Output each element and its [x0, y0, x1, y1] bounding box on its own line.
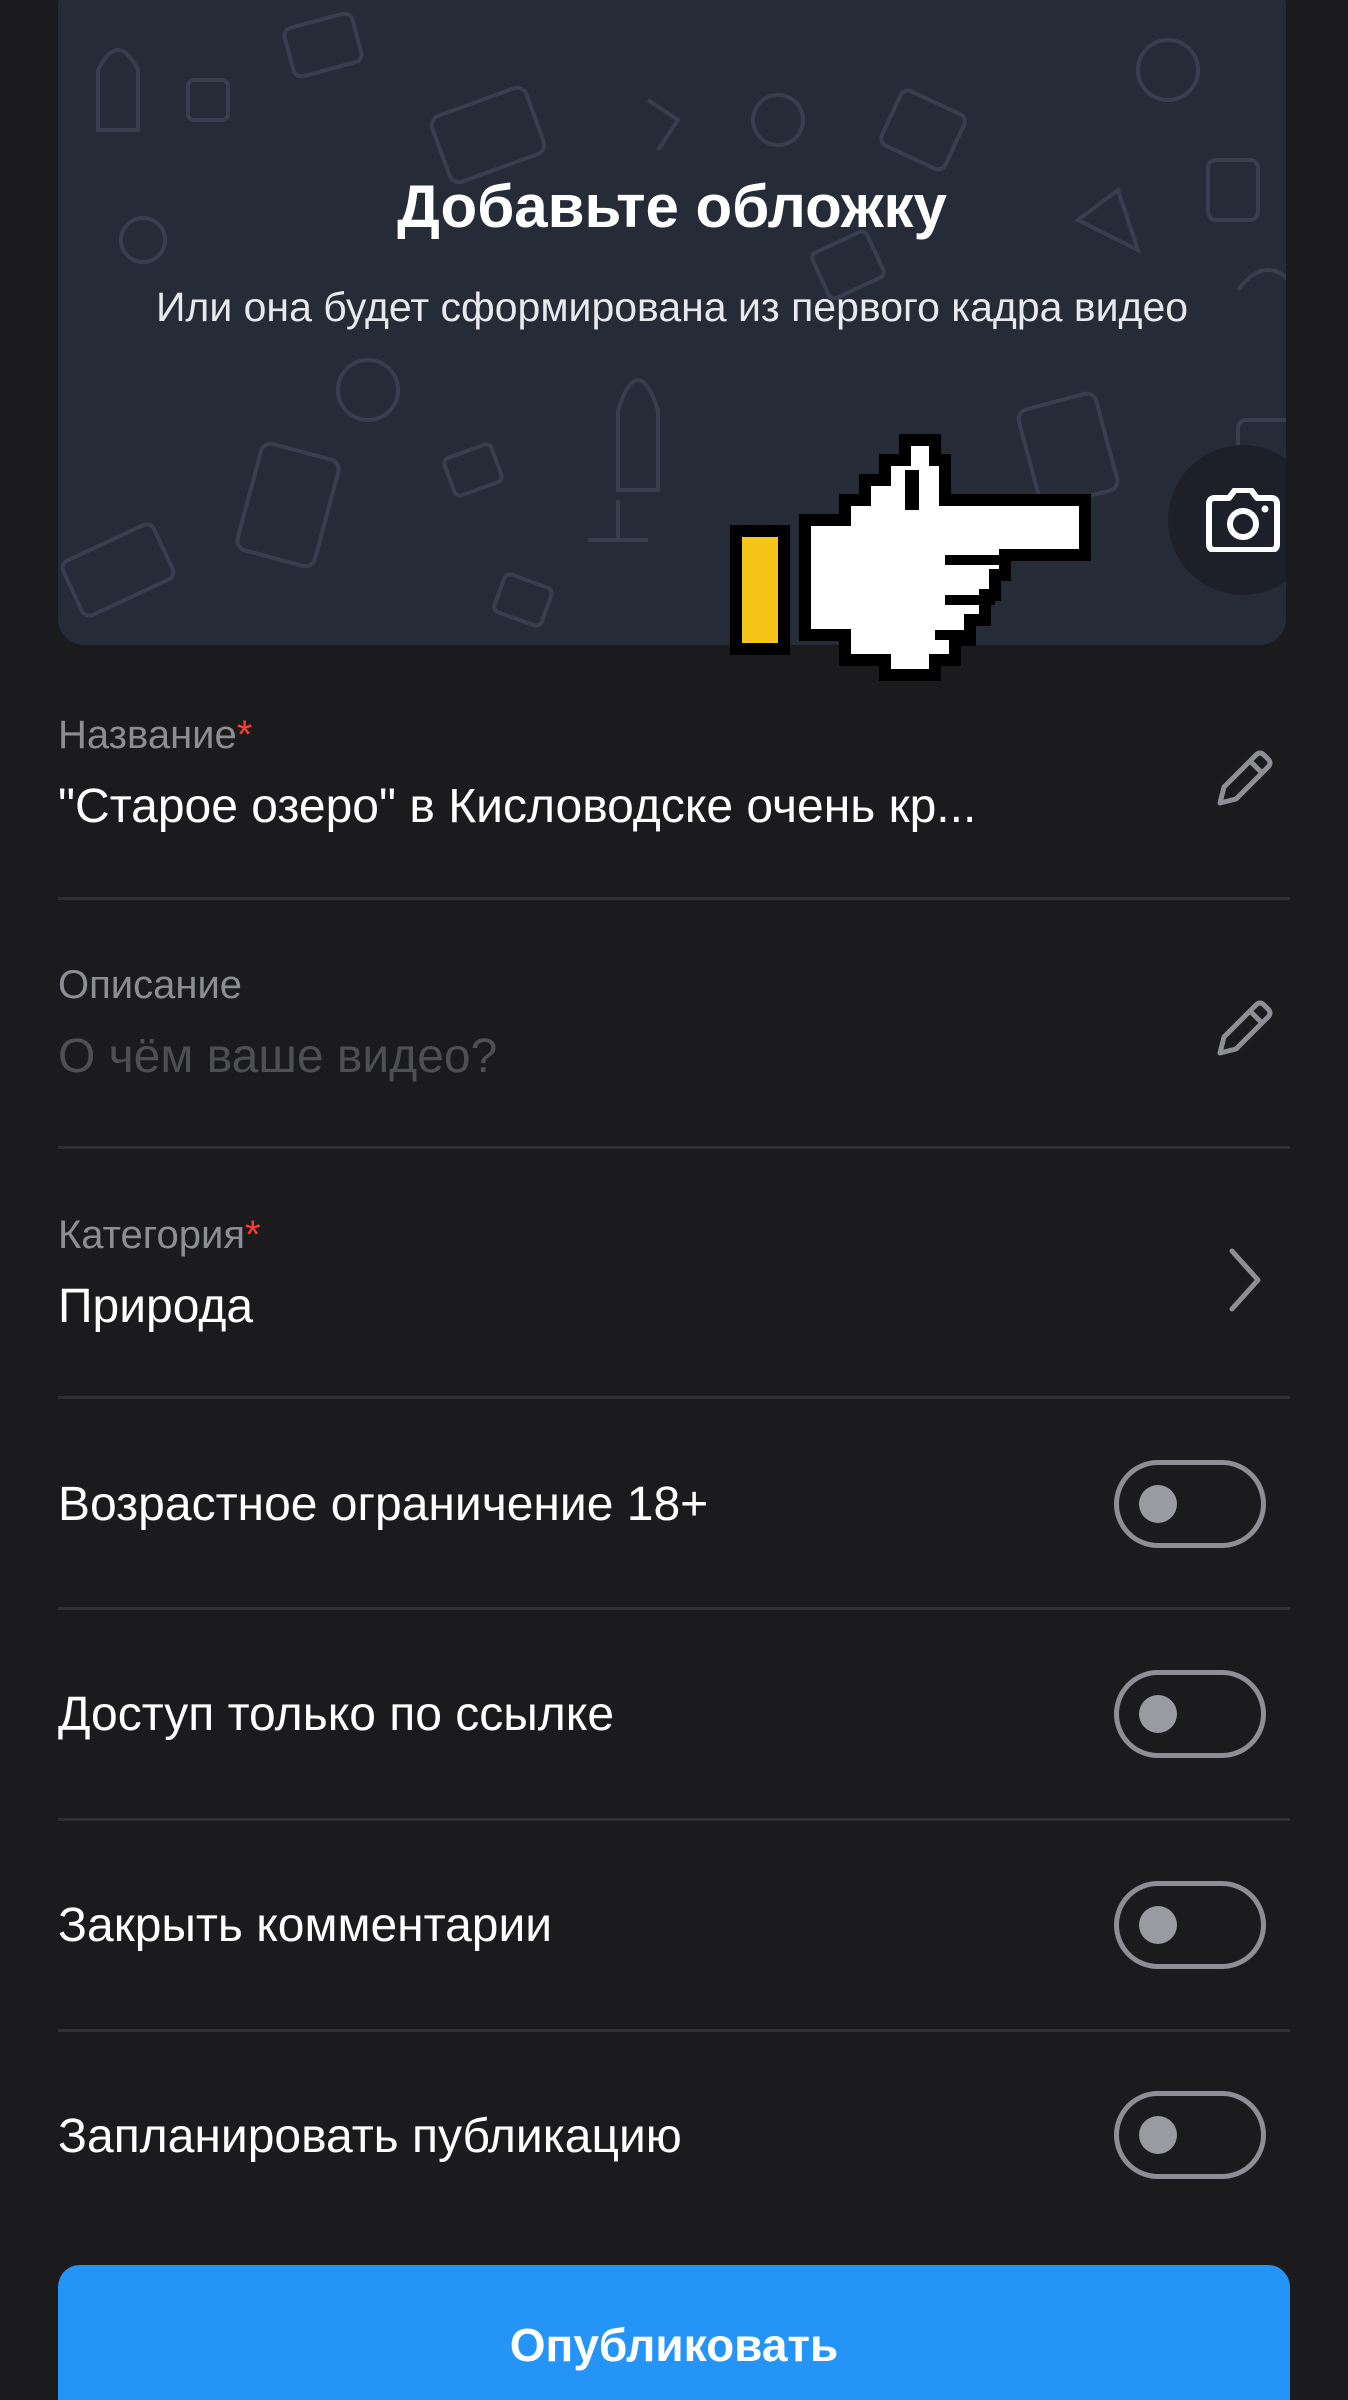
category-field-label: Категория*	[58, 1213, 261, 1257]
category-field-value: Природа	[58, 1280, 254, 1333]
divider	[58, 897, 1290, 900]
cover-subtitle: Или она будет сформирована из первого ка…	[155, 284, 1189, 330]
title-field[interactable]: Название* "Старое озеро" в Кисловодске о…	[58, 705, 1290, 855]
toggle-knob	[1139, 2116, 1177, 2154]
toggle-label: Возрастное ограничение 18+	[58, 1478, 709, 1531]
pencil-icon[interactable]	[1208, 995, 1278, 1065]
divider	[58, 1607, 1290, 1610]
required-mark: *	[245, 1213, 261, 1257]
upload-video-screen: Добавьте обложку Или она будет сформиров…	[0, 0, 1348, 2400]
toggle-label: Запланировать публикацию	[58, 2110, 682, 2163]
divider	[58, 1818, 1290, 1821]
divider	[58, 1146, 1290, 1149]
age-restriction-toggle[interactable]	[1114, 1460, 1266, 1548]
schedule-toggle[interactable]	[1114, 2091, 1266, 2179]
pencil-icon[interactable]	[1208, 745, 1278, 815]
title-field-value: "Старое озеро" в Кисловодске очень кр...	[58, 780, 977, 833]
toggle-knob	[1139, 1695, 1177, 1733]
description-placeholder: О чём ваше видео?	[58, 1030, 498, 1083]
pointing-hand-icon	[730, 434, 1091, 681]
camera-icon	[1206, 488, 1280, 552]
category-field[interactable]: Категория* Природа	[58, 1205, 1290, 1355]
toggle-knob	[1139, 1485, 1177, 1523]
divider	[58, 1396, 1290, 1399]
cover-title: Добавьте обложку	[397, 173, 947, 240]
toggle-label: Доступ только по ссылке	[58, 1688, 615, 1741]
publish-button[interactable]: Опубликовать	[58, 2265, 1290, 2400]
title-field-label: Название*	[58, 713, 253, 757]
toggle-label: Закрыть комментарии	[58, 1899, 553, 1952]
link-only-toggle[interactable]	[1114, 1670, 1266, 1758]
chevron-right-icon	[1229, 1248, 1261, 1312]
description-field-label: Описание	[58, 963, 243, 1007]
toggle-knob	[1139, 1906, 1177, 1944]
required-mark: *	[236, 713, 253, 757]
close-comments-toggle[interactable]	[1114, 1881, 1266, 1969]
description-field[interactable]: Описание О чём ваше видео?	[58, 955, 1290, 1105]
divider	[58, 2029, 1290, 2032]
